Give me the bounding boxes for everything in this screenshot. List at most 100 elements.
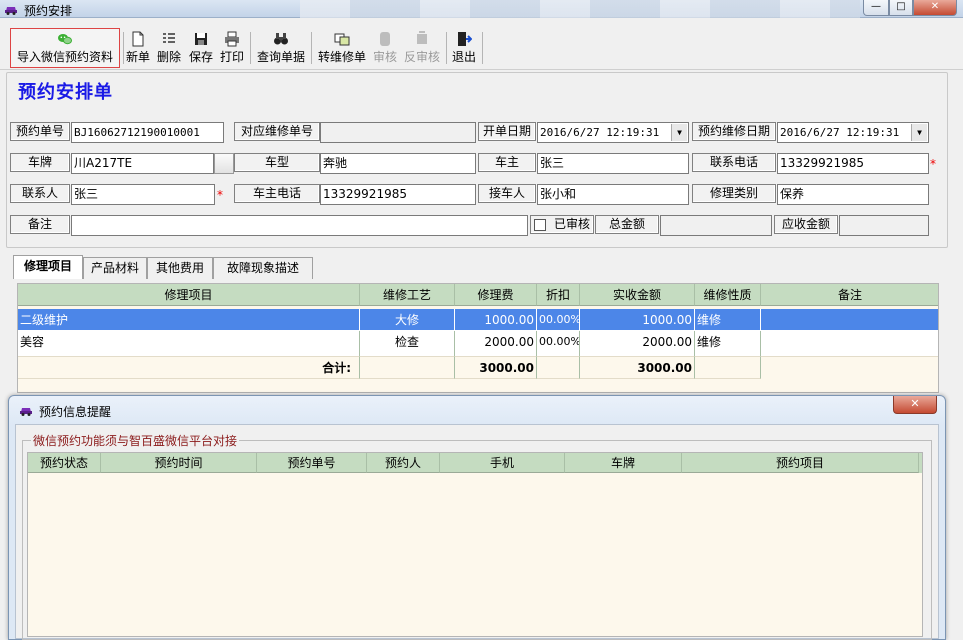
column-header[interactable]: 预约人 — [367, 453, 440, 473]
column-header[interactable]: 车牌 — [565, 453, 682, 473]
receivable-field — [839, 215, 929, 236]
window-titlebar: 预约安排 — □ ✕ — [0, 0, 963, 18]
repair-no-field[interactable] — [320, 122, 476, 143]
tab-other-fees[interactable]: 其他费用 — [147, 257, 213, 279]
column-header[interactable]: 预约状态 — [28, 453, 101, 473]
column-header[interactable]: 修理费 — [455, 284, 537, 306]
owner-label: 车主 — [478, 153, 536, 172]
form-title: 预约安排单 — [18, 82, 113, 103]
column-header[interactable]: 维修性质 — [695, 284, 761, 306]
toolbar-separator — [123, 32, 124, 64]
approved-checkbox-container[interactable]: 已审核 — [530, 215, 594, 234]
owner-field[interactable]: 张三 — [537, 153, 689, 174]
plate-lookup-button[interactable] — [214, 153, 234, 174]
query-label: 查询单据 — [256, 50, 305, 64]
grid-header: 预约状态 预约时间 预约单号 预约人 手机 车牌 预约项目 — [28, 453, 922, 473]
owner-phone-label: 车主电话 — [234, 184, 320, 203]
titlebar-background — [300, 0, 860, 18]
printer-icon — [225, 31, 239, 47]
column-header[interactable]: 备注 — [761, 284, 938, 306]
approve-icon — [380, 32, 390, 46]
binoculars-icon — [274, 33, 288, 45]
toolbar-separator — [311, 32, 312, 64]
tab-repair-items[interactable]: 修理项目 — [13, 255, 83, 279]
unapprove-label: 反审核 — [403, 50, 440, 64]
toolbar: 导入微信预约资料 新单 删除 保存 打印 查询单据 转维修单 审核 反审核 退出 — [0, 24, 963, 70]
approve-button[interactable]: 审核 — [371, 29, 399, 67]
cell-discount: 00.00% — [537, 309, 580, 331]
toolbar-separator — [250, 32, 251, 64]
column-header[interactable]: 预约时间 — [101, 453, 257, 473]
remark-field[interactable] — [71, 215, 528, 236]
dialog-title: 预约信息提醒 — [39, 405, 112, 419]
new-button[interactable]: 新单 — [125, 29, 151, 67]
cell-fee: 2000.00 — [455, 331, 537, 357]
approve-label: 审核 — [372, 50, 397, 64]
plate-field[interactable]: 川A217TE — [71, 153, 214, 174]
chevron-down-icon[interactable]: ▼ — [911, 124, 927, 141]
new-document-icon — [132, 31, 144, 47]
save-button[interactable]: 保存 — [187, 29, 215, 67]
print-button[interactable]: 打印 — [218, 29, 246, 67]
convert-repair-button[interactable]: 转维修单 — [316, 29, 368, 67]
column-header[interactable]: 手机 — [440, 453, 565, 473]
column-header[interactable]: 修理项目 — [18, 284, 360, 306]
cell-craft: 检查 — [360, 331, 455, 357]
save-icon — [195, 33, 207, 45]
order-no-label: 预约单号 — [10, 122, 70, 141]
table-row[interactable]: 二级维护 大修 1000.00 00.00% 1000.00 维修 — [18, 309, 938, 331]
cell-item: 美容 — [18, 331, 360, 357]
repair-date-picker[interactable]: 2016/6/27 12:19:31 ▼ — [777, 122, 929, 143]
repair-type-field[interactable]: 保养 — [777, 184, 929, 205]
maximize-button[interactable]: □ — [889, 0, 913, 16]
receiver-field[interactable]: 张小和 — [537, 184, 689, 205]
column-header[interactable]: 预约项目 — [682, 453, 919, 473]
import-wechat-button[interactable]: 导入微信预约资料 — [10, 28, 120, 68]
approved-checkbox[interactable] — [534, 219, 546, 231]
open-date-picker[interactable]: 2016/6/27 12:19:31 ▼ — [537, 122, 689, 143]
delete-button[interactable]: 删除 — [155, 29, 183, 67]
total-row-empty — [537, 357, 580, 379]
group-title: 微信预约功能须与智百盛微信平台对接 — [31, 432, 240, 449]
cell-actual: 1000.00 — [580, 309, 695, 331]
owner-phone-field[interactable]: 13329921985 — [320, 184, 476, 205]
cell-craft: 大修 — [360, 309, 455, 331]
unapprove-icon — [417, 31, 427, 44]
new-label: 新单 — [125, 50, 150, 64]
tab-fault-description[interactable]: 故障现象描述 — [213, 257, 313, 279]
toolbar-separator — [446, 32, 447, 64]
open-date-label: 开单日期 — [478, 122, 536, 141]
car-icon — [20, 408, 32, 416]
reservation-grid: 预约状态 预约时间 预约单号 预约人 手机 车牌 预约项目 — [27, 452, 923, 637]
column-header[interactable]: 折扣 — [537, 284, 580, 306]
contact-field[interactable]: 张三 — [71, 184, 215, 205]
window-title: 预约安排 — [24, 4, 73, 18]
tab-products[interactable]: 产品材料 — [83, 257, 147, 279]
phone-label: 联系电话 — [692, 153, 776, 172]
close-button[interactable]: ✕ — [913, 0, 957, 16]
order-no-field[interactable]: BJ16062712190010001 — [71, 122, 224, 143]
unapprove-button[interactable]: 反审核 — [402, 29, 442, 67]
minimize-button[interactable]: — — [863, 0, 889, 16]
exit-button[interactable]: 退出 — [450, 29, 478, 67]
cell-note — [761, 309, 938, 331]
total-field — [660, 215, 772, 236]
cell-item: 二级维护 — [18, 309, 360, 331]
chevron-down-icon[interactable]: ▼ — [671, 124, 687, 141]
model-field[interactable]: 奔驰 — [320, 153, 476, 174]
open-date-value: 2016/6/27 12:19:31 — [540, 126, 660, 139]
table-row[interactable]: 美容 检查 2000.00 00.00% 2000.00 维修 — [18, 331, 938, 357]
cell-nature: 维修 — [695, 331, 761, 357]
column-header[interactable]: 实收金额 — [580, 284, 695, 306]
phone-field[interactable]: 13329921985 — [777, 153, 929, 174]
dialog-close-button[interactable]: ✕ — [893, 396, 937, 414]
cell-nature: 维修 — [695, 309, 761, 331]
column-header[interactable]: 预约单号 — [257, 453, 367, 473]
query-button[interactable]: 查询单据 — [255, 29, 307, 67]
plate-label: 车牌 — [10, 153, 70, 172]
total-fee: 3000.00 — [455, 357, 537, 379]
approved-label: 已审核 — [553, 217, 590, 231]
model-label: 车型 — [234, 153, 320, 172]
column-header[interactable]: 维修工艺 — [360, 284, 455, 306]
repair-type-label: 修理类别 — [692, 184, 776, 203]
